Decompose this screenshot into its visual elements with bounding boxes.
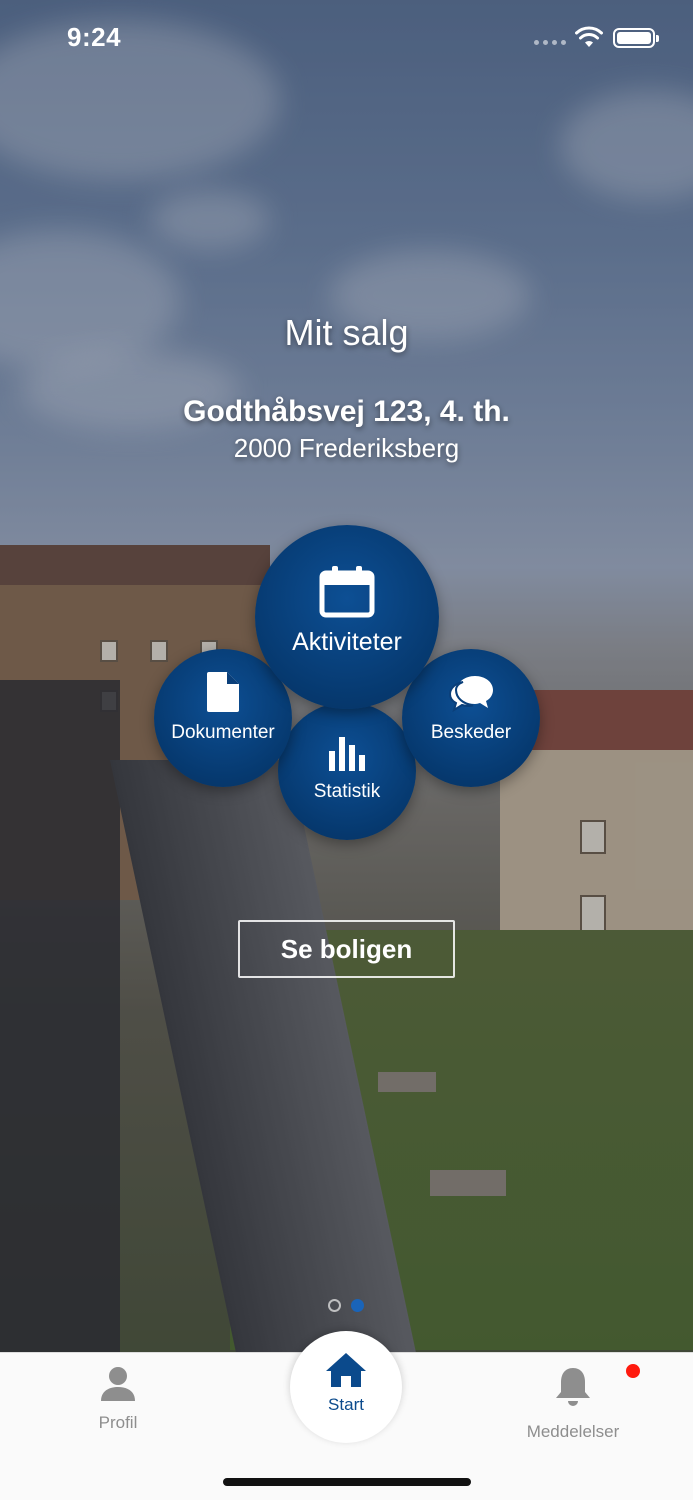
person-icon xyxy=(101,1367,135,1401)
battery-icon xyxy=(613,28,659,48)
document-icon xyxy=(207,672,239,712)
tab-start[interactable]: Start xyxy=(290,1331,402,1443)
chat-bubbles-icon xyxy=(449,676,493,712)
status-time: 9:24 xyxy=(67,22,122,52)
tab-profile-label: Profil xyxy=(98,1413,138,1432)
messages-label: Beskeder xyxy=(430,722,512,743)
home-icon xyxy=(326,1353,366,1387)
bar-chart-icon xyxy=(329,737,365,771)
calendar-icon xyxy=(319,565,375,617)
tab-notifications-label: Meddelelser xyxy=(526,1422,620,1441)
wifi-icon xyxy=(575,26,603,47)
notification-badge xyxy=(624,1362,642,1380)
activities-button[interactable]: Aktiviteter xyxy=(255,525,439,709)
page-dot-1[interactable] xyxy=(328,1299,341,1312)
tab-profile[interactable]: Profil xyxy=(68,1365,168,1433)
see-property-button[interactable]: Se boligen xyxy=(238,920,455,978)
cellular-signal-icon xyxy=(534,40,566,45)
activities-label: Aktiviteter xyxy=(292,627,402,656)
page-indicator xyxy=(328,1299,364,1312)
page-dot-2[interactable] xyxy=(351,1299,364,1312)
bell-wrapper xyxy=(553,1362,642,1412)
tab-start-label: Start xyxy=(328,1395,364,1414)
statistics-button[interactable]: Statistik xyxy=(278,702,416,840)
statistics-label: Statistik xyxy=(313,781,381,802)
home-indicator xyxy=(223,1478,471,1486)
property-address: Godthåbsvej 123, 4. th. xyxy=(183,395,510,428)
documents-label: Dokumenter xyxy=(171,722,275,743)
property-city: 2000 Frederiksberg xyxy=(233,433,460,463)
tab-notifications[interactable]: Meddelelser xyxy=(510,1362,642,1442)
messages-button[interactable]: Beskeder xyxy=(402,649,540,787)
page-title: Mit salg xyxy=(284,312,409,353)
bell-icon xyxy=(556,1368,590,1406)
status-bar: 9:24 xyxy=(0,0,693,80)
